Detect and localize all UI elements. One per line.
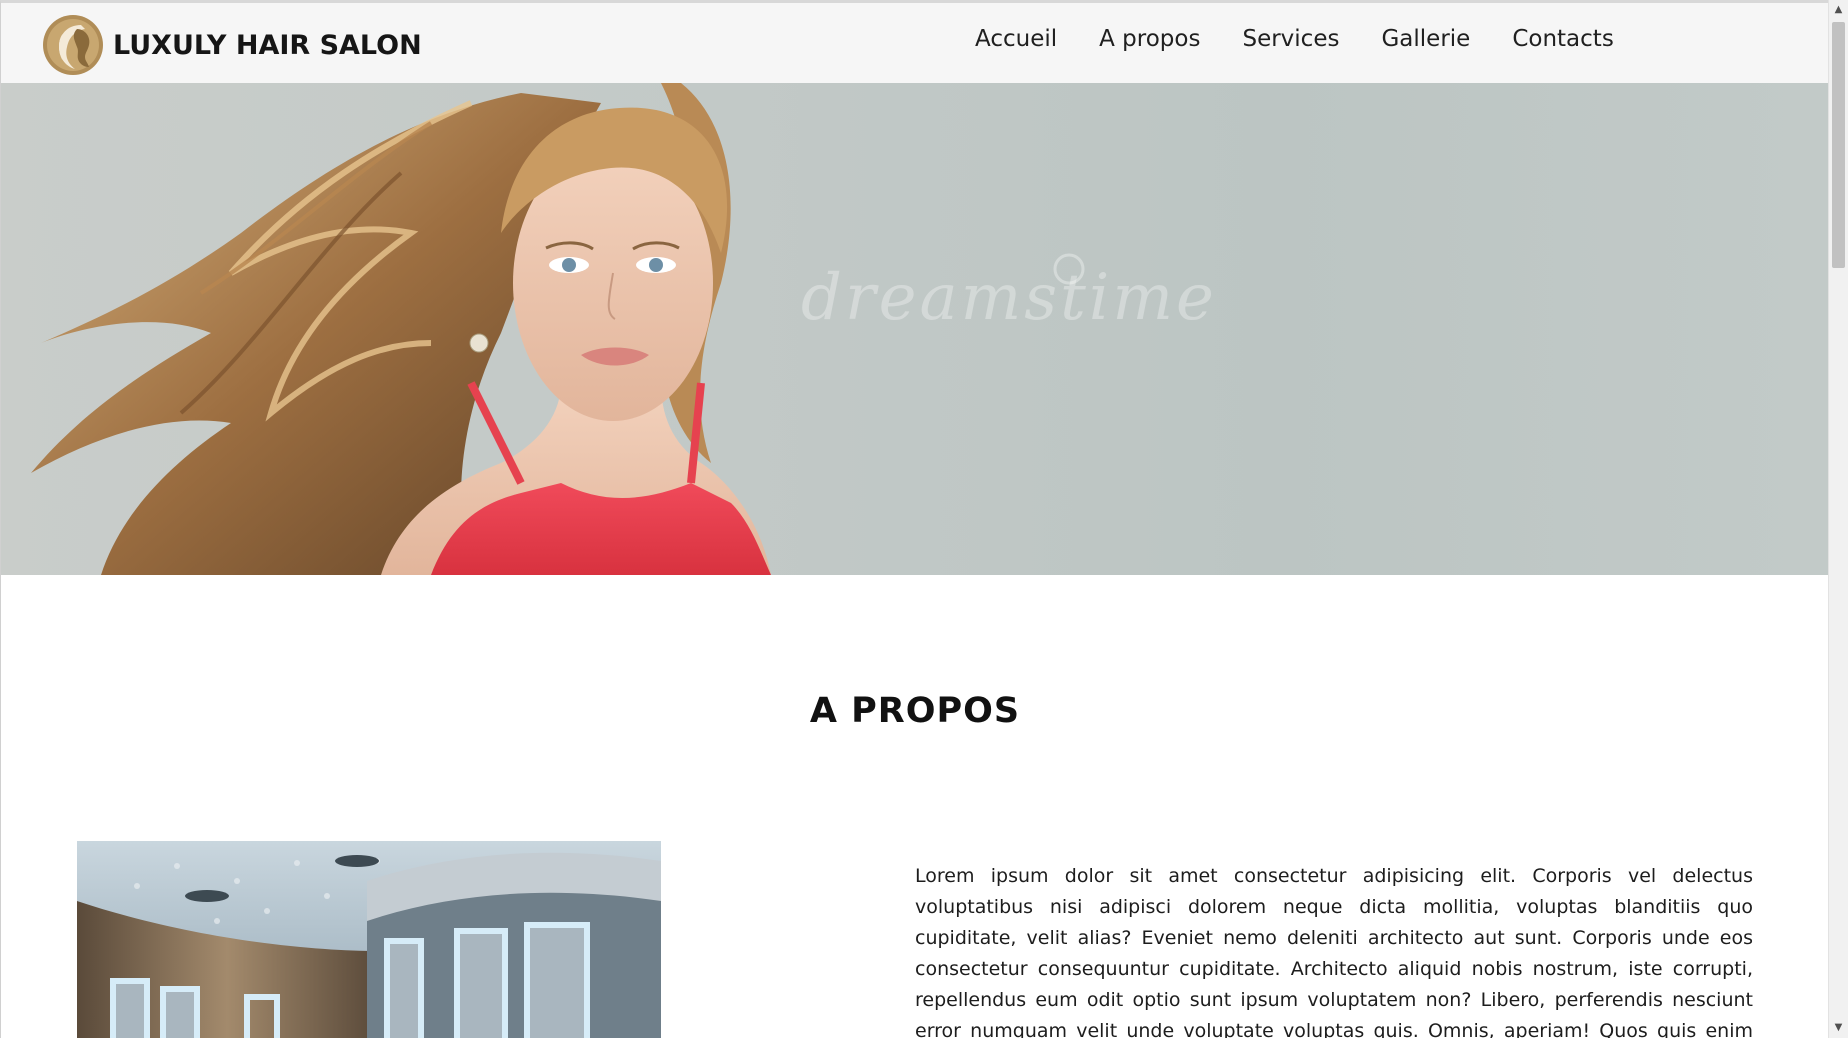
- nav-item-a-propos[interactable]: A propos: [1099, 23, 1200, 55]
- about-section-title: A PROPOS: [809, 691, 1021, 731]
- brand-name: LUXULY HAIR SALON: [113, 29, 422, 61]
- site-header: LUXULY HAIR SALON Accueil A propos Servi…: [1, 3, 1828, 83]
- site-logo-link[interactable]: LUXULY HAIR SALON: [41, 13, 422, 77]
- watermark-text: dreamstime: [801, 261, 1217, 335]
- nav-item-services[interactable]: Services: [1242, 23, 1339, 55]
- triangle-down-icon[interactable]: ▼: [1829, 1020, 1848, 1036]
- vertical-scrollbar[interactable]: ▲ ▼: [1828, 0, 1848, 1038]
- scrollbar-thumb[interactable]: [1832, 22, 1845, 268]
- triangle-up-icon[interactable]: ▲: [1829, 2, 1848, 18]
- about-paragraph: Lorem ipsum dolor sit amet consectetur a…: [915, 865, 1753, 1038]
- browser-page: LUXULY HAIR SALON Accueil A propos Servi…: [0, 0, 1848, 1038]
- page-viewport: LUXULY HAIR SALON Accueil A propos Servi…: [0, 0, 1828, 1038]
- salon-interior-illustration: [77, 841, 661, 1038]
- nav-item-accueil[interactable]: Accueil: [975, 23, 1057, 55]
- main-nav: Accueil A propos Services Gallerie Conta…: [975, 23, 1614, 55]
- woman-silhouette-logo-icon: [43, 15, 103, 75]
- nav-item-contacts[interactable]: Contacts: [1512, 23, 1613, 55]
- hero-banner: dreamstime: [1, 83, 1828, 575]
- salon-interior-photo: [77, 841, 661, 1038]
- nav-item-gallerie[interactable]: Gallerie: [1381, 23, 1470, 55]
